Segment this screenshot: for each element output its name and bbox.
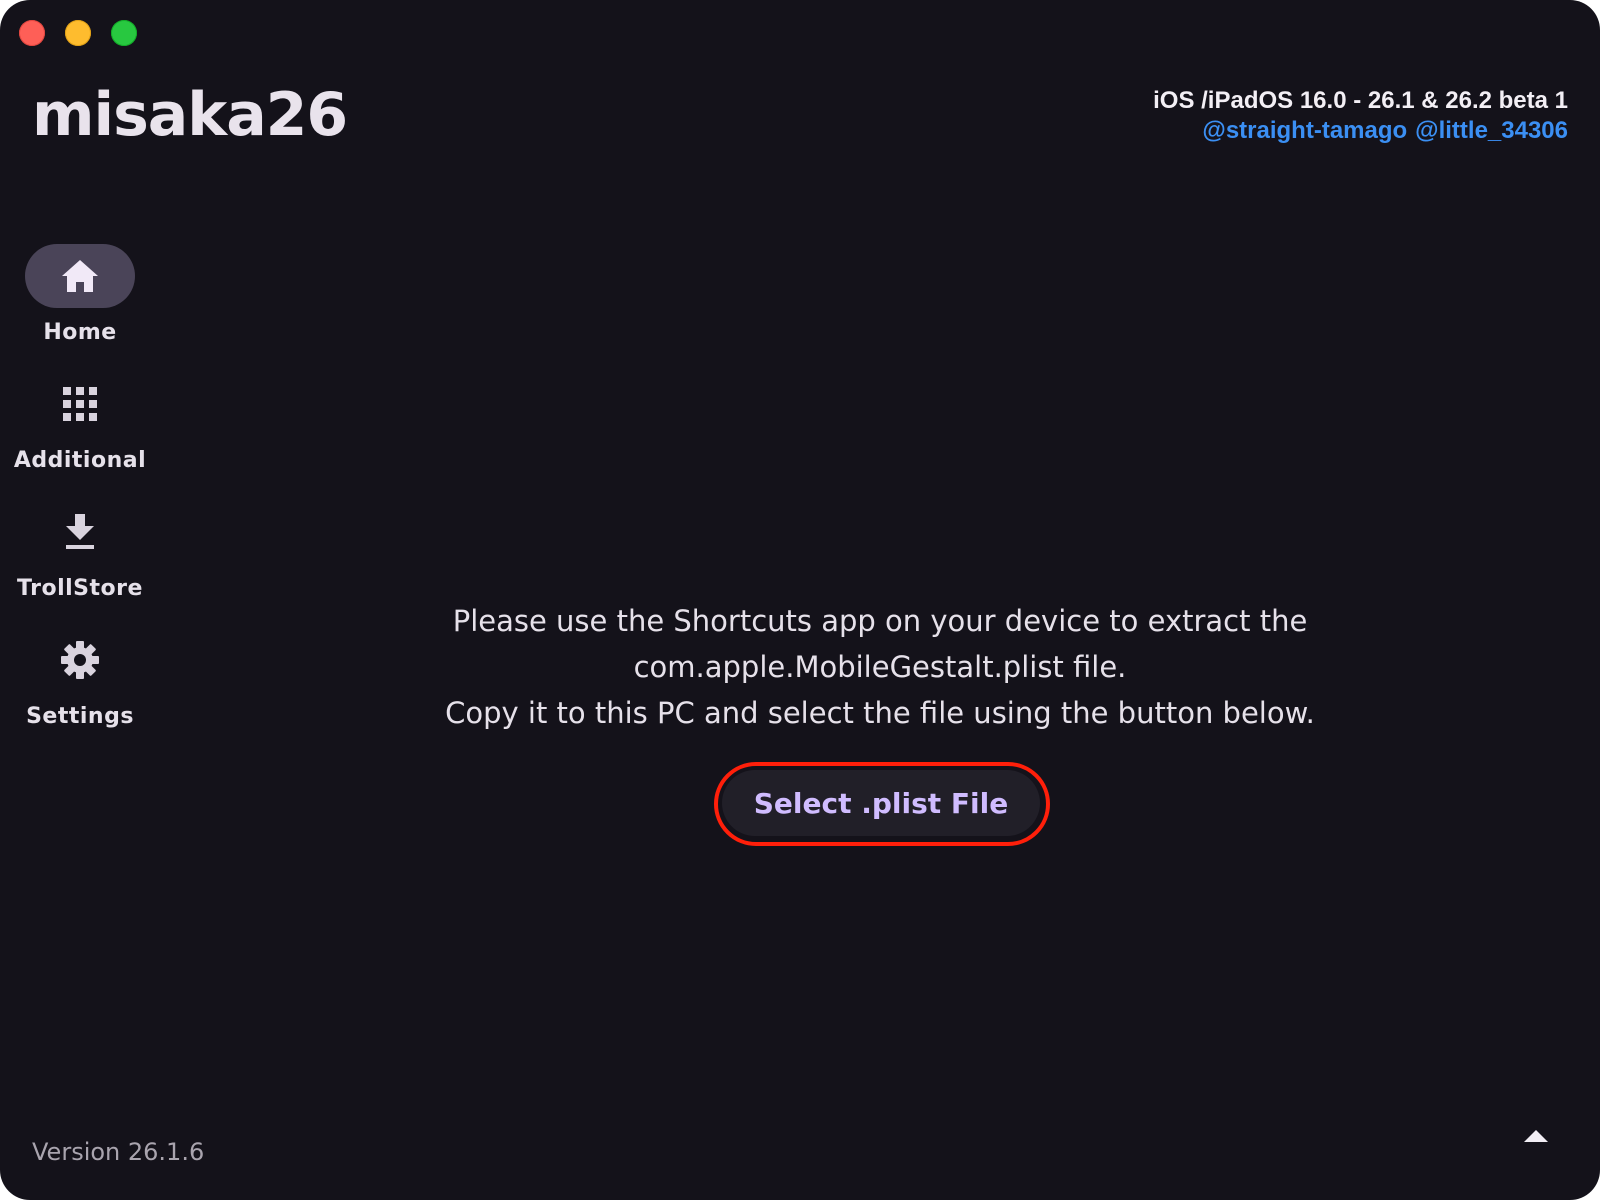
- sidebar-item-label: Home: [43, 320, 117, 345]
- instructions-text: Please use the Shortcuts app on your dev…: [340, 598, 1420, 736]
- gear-icon: [60, 640, 100, 680]
- sidebar-item-additional-indicator: [25, 372, 135, 436]
- instruction-line: com.apple.MobileGestalt.plist file.: [633, 650, 1127, 684]
- sidebar-item-trollstore-indicator: [25, 500, 135, 564]
- sidebar-item-trollstore[interactable]: TrollStore: [0, 500, 160, 601]
- grid-icon: [63, 387, 97, 421]
- credit-link-straight-tamago[interactable]: @straight-tamago: [1202, 117, 1407, 144]
- instruction-line: Please use the Shortcuts app on your dev…: [452, 604, 1308, 638]
- sidebar-item-settings[interactable]: Settings: [0, 628, 160, 729]
- window-controls: [19, 20, 137, 46]
- minimize-window-button[interactable]: [65, 20, 91, 46]
- close-window-button[interactable]: [19, 20, 45, 46]
- compatibility-text: iOS /iPadOS 16.0 - 26.1 & 26.2 beta 1: [1153, 87, 1568, 114]
- sidebar-item-label: Additional: [13, 448, 147, 473]
- sidebar-item-additional[interactable]: Additional: [0, 372, 160, 473]
- credit-link-little-34306[interactable]: @little_34306: [1415, 117, 1568, 144]
- header-info: iOS /iPadOS 16.0 - 26.1 & 26.2 beta 1 @s…: [1153, 86, 1568, 146]
- instruction-line: Copy it to this PC and select the file u…: [445, 696, 1315, 730]
- credits: @straight-tamago @little_34306: [1153, 116, 1568, 146]
- sidebar-item-label: Settings: [26, 704, 134, 729]
- sidebar-item-home-indicator: [25, 244, 135, 308]
- sidebar-item-settings-indicator: [25, 628, 135, 692]
- triangle-up-icon[interactable]: [1522, 1128, 1550, 1144]
- maximize-window-button[interactable]: [111, 20, 137, 46]
- sidebar-item-label: TrollStore: [17, 576, 143, 601]
- home-icon: [60, 258, 100, 294]
- app-window: misaka26 iOS /iPadOS 16.0 - 26.1 & 26.2 …: [0, 0, 1600, 1200]
- version-label: Version 26.1.6: [32, 1138, 205, 1166]
- download-icon: [64, 514, 96, 550]
- app-title: misaka26: [32, 80, 348, 150]
- sidebar-item-home[interactable]: Home: [0, 244, 160, 345]
- select-plist-file-button[interactable]: Select .plist File: [722, 770, 1040, 836]
